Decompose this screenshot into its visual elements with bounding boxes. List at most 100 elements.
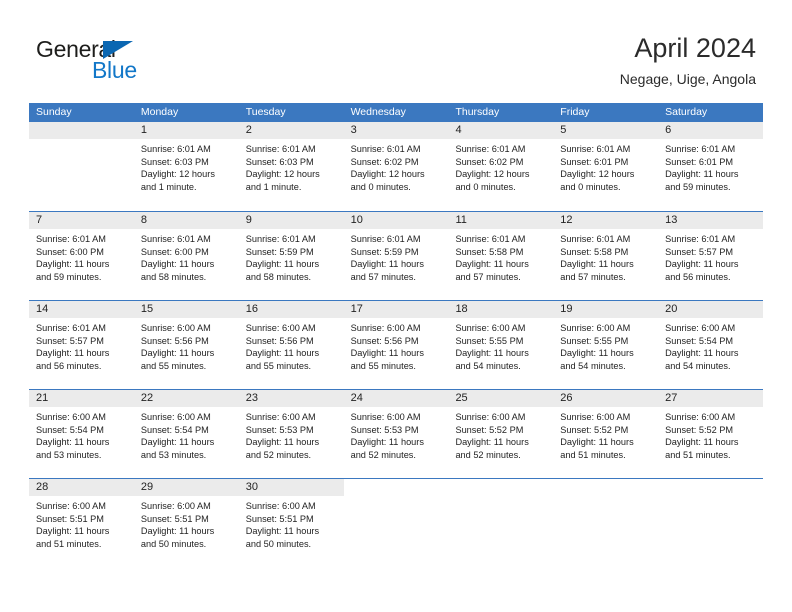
day-details: Sunrise: 6:00 AM Sunset: 5:54 PM Daylight:…: [29, 407, 134, 461]
calendar-day-cell[interactable]: 6 Sunrise: 6:01 AM Sunset: 6:01 PM Daylight…: [658, 122, 764, 211]
day-number-band: 5: [553, 122, 659, 139]
day-detail-line: Daylight: 12 hours: [245, 169, 320, 180]
title-block: April 2024 Negage, Uige, Angola: [620, 32, 756, 88]
brand-logo[interactable]: General Blue: [36, 38, 156, 84]
calendar-day-cell[interactable]: 4 Sunrise: 6:01 AM Sunset: 6:02 PM Daylight…: [448, 122, 554, 211]
calendar-day-cell[interactable]: 22 Sunrise: 6:00 AM Sunset: 5:54 PM Dayligh…: [133, 390, 239, 478]
day-detail-line: Sunrise: 6:00 AM: [140, 323, 211, 333]
calendar-week-row: 1 Sunrise: 6:01 AM Sunset: 6:03 PM Daylight…: [29, 122, 764, 211]
day-detail-line: and 52 minutes.: [350, 449, 416, 460]
day-detail-line: and 58 minutes.: [140, 271, 207, 282]
day-detail-line: Sunset: 6:01 PM: [560, 156, 629, 167]
day-detail-line: and 56 minutes.: [36, 360, 102, 371]
day-detail-line: and 57 minutes.: [560, 271, 626, 282]
day-number: 16: [245, 303, 258, 315]
calendar-day-cell[interactable]: 2 Sunrise: 6:01 AM Sunset: 6:03 PM Daylight…: [238, 122, 344, 211]
day-details: Sunrise: 6:01 AM Sunset: 5:59 PM Daylight:…: [344, 229, 449, 283]
day-detail-line: and 51 minutes.: [560, 449, 626, 460]
day-detail-line: and 55 minutes.: [350, 360, 416, 371]
day-detail-line: Sunrise: 6:00 AM: [36, 501, 106, 511]
day-detail-line: Sunset: 5:53 PM: [350, 424, 419, 435]
calendar-day-cell[interactable]: 15 Sunrise: 6:00 AM Sunset: 5:56 PM Dayligh…: [133, 301, 239, 389]
day-detail-line: Sunrise: 6:01 AM: [245, 234, 316, 244]
day-detail-line: Sunrise: 6:00 AM: [245, 323, 316, 333]
calendar-day-cell[interactable]: 7 Sunrise: 6:01 AM Sunset: 6:00 PM Daylight…: [29, 212, 134, 300]
day-details: Sunrise: 6:00 AM Sunset: 5:55 PM Daylight:…: [553, 318, 658, 372]
day-detail-line: Daylight: 11 hours: [455, 259, 529, 270]
day-detail-line: Daylight: 11 hours: [665, 259, 739, 270]
day-number-band: 12: [553, 212, 659, 229]
day-number: 1: [140, 124, 147, 136]
day-number-band: 21: [29, 390, 134, 407]
calendar-day-cell[interactable]: 28 Sunrise: 6:00 AM Sunset: 5:51 PM Dayligh…: [29, 479, 134, 567]
calendar-day-cell[interactable]: 24 Sunrise: 6:00 AM Sunset: 5:53 PM Dayligh…: [343, 390, 449, 478]
logo-text-blue: Blue: [92, 57, 137, 83]
day-detail-line: Daylight: 11 hours: [665, 437, 739, 448]
calendar-day-cell[interactable]: 9 Sunrise: 6:01 AM Sunset: 5:59 PM Daylight…: [238, 212, 344, 300]
day-details: [553, 496, 658, 500]
day-details: [658, 496, 763, 500]
calendar-week-row: 7 Sunrise: 6:01 AM Sunset: 6:00 PM Daylight…: [29, 211, 764, 300]
day-detail-line: Daylight: 11 hours: [455, 348, 529, 359]
day-detail-line: and 51 minutes.: [665, 449, 731, 460]
calendar-day-cell[interactable]: 23 Sunrise: 6:00 AM Sunset: 5:53 PM Dayligh…: [238, 390, 344, 478]
calendar-day-cell[interactable]: 16 Sunrise: 6:00 AM Sunset: 5:56 PM Dayligh…: [238, 301, 344, 389]
day-number: 7: [36, 214, 43, 226]
page-subtitle: Negage, Uige, Angola: [619, 71, 756, 87]
calendar-day-cell[interactable]: 21 Sunrise: 6:00 AM Sunset: 5:54 PM Dayligh…: [29, 390, 134, 478]
calendar-day-cell[interactable]: 19 Sunrise: 6:00 AM Sunset: 5:55 PM Dayligh…: [553, 301, 659, 389]
day-number: 29: [140, 481, 154, 493]
calendar-day-cell[interactable]: 18 Sunrise: 6:00 AM Sunset: 5:55 PM Dayligh…: [448, 301, 554, 389]
calendar-day-cell[interactable]: 27 Sunrise: 6:00 AM Sunset: 5:52 PM Dayligh…: [658, 390, 764, 478]
day-number-band: 8: [133, 212, 239, 229]
day-detail-line: Sunset: 5:56 PM: [140, 335, 209, 346]
day-number-band: [29, 122, 134, 139]
calendar-day-cell[interactable]: 3 Sunrise: 6:01 AM Sunset: 6:02 PM Daylight…: [343, 122, 449, 211]
day-detail-line: Daylight: 11 hours: [140, 437, 215, 448]
day-detail-line: Daylight: 11 hours: [560, 437, 634, 448]
day-detail-line: Sunrise: 6:01 AM: [455, 234, 526, 244]
day-detail-line: Sunset: 5:51 PM: [36, 513, 104, 524]
calendar-day-cell[interactable]: 8 Sunrise: 6:01 AM Sunset: 6:00 PM Daylight…: [133, 212, 239, 300]
day-number: 22: [140, 392, 154, 404]
day-number: 20: [665, 303, 678, 315]
calendar-day-cell[interactable]: 26 Sunrise: 6:00 AM Sunset: 5:52 PM Dayligh…: [553, 390, 659, 478]
day-number-band: 3: [343, 122, 449, 139]
day-detail-line: Daylight: 11 hours: [36, 437, 110, 448]
day-detail-line: Sunrise: 6:00 AM: [665, 323, 736, 333]
day-detail-line: Daylight: 11 hours: [36, 348, 110, 359]
day-detail-line: Sunset: 5:52 PM: [455, 424, 524, 435]
day-number: 19: [560, 303, 573, 315]
calendar-day-cell[interactable]: 12 Sunrise: 6:01 AM Sunset: 5:58 PM Dayligh…: [553, 212, 659, 300]
day-number-band: 29: [133, 479, 239, 496]
day-detail-line: Sunrise: 6:00 AM: [560, 412, 631, 422]
calendar-day-cell[interactable]: 30 Sunrise: 6:00 AM Sunset: 5:51 PM Dayligh…: [238, 479, 344, 567]
calendar-day-cell[interactable]: 14 Sunrise: 6:01 AM Sunset: 5:57 PM Dayligh…: [29, 301, 134, 389]
weekday-header-row: Sunday Monday Tuesday Wednesday Thursday Frid…: [29, 103, 763, 122]
calendar-day-cell[interactable]: 25 Sunrise: 6:00 AM Sunset: 5:52 PM Dayligh…: [448, 390, 554, 478]
page-header: General Blue April 2024 Negage, Uige, An…: [0, 0, 792, 100]
weekday-header-saturday: Saturday: [665, 106, 708, 118]
calendar-day-cell[interactable]: 17 Sunrise: 6:00 AM Sunset: 5:56 PM Dayligh…: [343, 301, 449, 389]
day-detail-line: Sunset: 5:59 PM: [245, 246, 314, 257]
calendar-day-cell[interactable]: 1 Sunrise: 6:01 AM Sunset: 6:03 PM Daylight…: [133, 122, 239, 211]
day-number: 30: [245, 481, 258, 493]
calendar-day-cell[interactable]: 13 Sunrise: 6:01 AM Sunset: 5:57 PM Dayligh…: [658, 212, 764, 300]
calendar-day-cell[interactable]: 5 Sunrise: 6:01 AM Sunset: 6:01 PM Daylight…: [553, 122, 659, 211]
calendar-day-cell[interactable]: 20 Sunrise: 6:00 AM Sunset: 5:54 PM Dayligh…: [658, 301, 764, 389]
day-detail-line: Sunset: 6:00 PM: [140, 246, 209, 257]
day-details: Sunrise: 6:01 AM Sunset: 5:57 PM Daylight:…: [658, 229, 763, 283]
day-number: 23: [245, 392, 258, 404]
day-number: 17: [350, 303, 363, 315]
day-detail-line: Sunrise: 6:00 AM: [455, 412, 526, 422]
day-number-band: 20: [658, 301, 764, 318]
weekday-header-thursday: Thursday: [455, 106, 500, 118]
day-number-band: 26: [553, 390, 659, 407]
day-detail-line: Daylight: 11 hours: [560, 259, 634, 270]
day-detail-line: Sunset: 6:01 PM: [665, 156, 734, 167]
calendar-day-cell[interactable]: 10 Sunrise: 6:01 AM Sunset: 5:59 PM Dayligh…: [343, 212, 449, 300]
day-details: Sunrise: 6:00 AM Sunset: 5:56 PM Daylight:…: [344, 318, 449, 372]
calendar-day-cell[interactable]: 11 Sunrise: 6:01 AM Sunset: 5:58 PM Dayligh…: [448, 212, 554, 300]
calendar-day-cell[interactable]: 29 Sunrise: 6:00 AM Sunset: 5:51 PM Dayligh…: [133, 479, 239, 567]
day-detail-line: Sunset: 5:52 PM: [665, 424, 734, 435]
